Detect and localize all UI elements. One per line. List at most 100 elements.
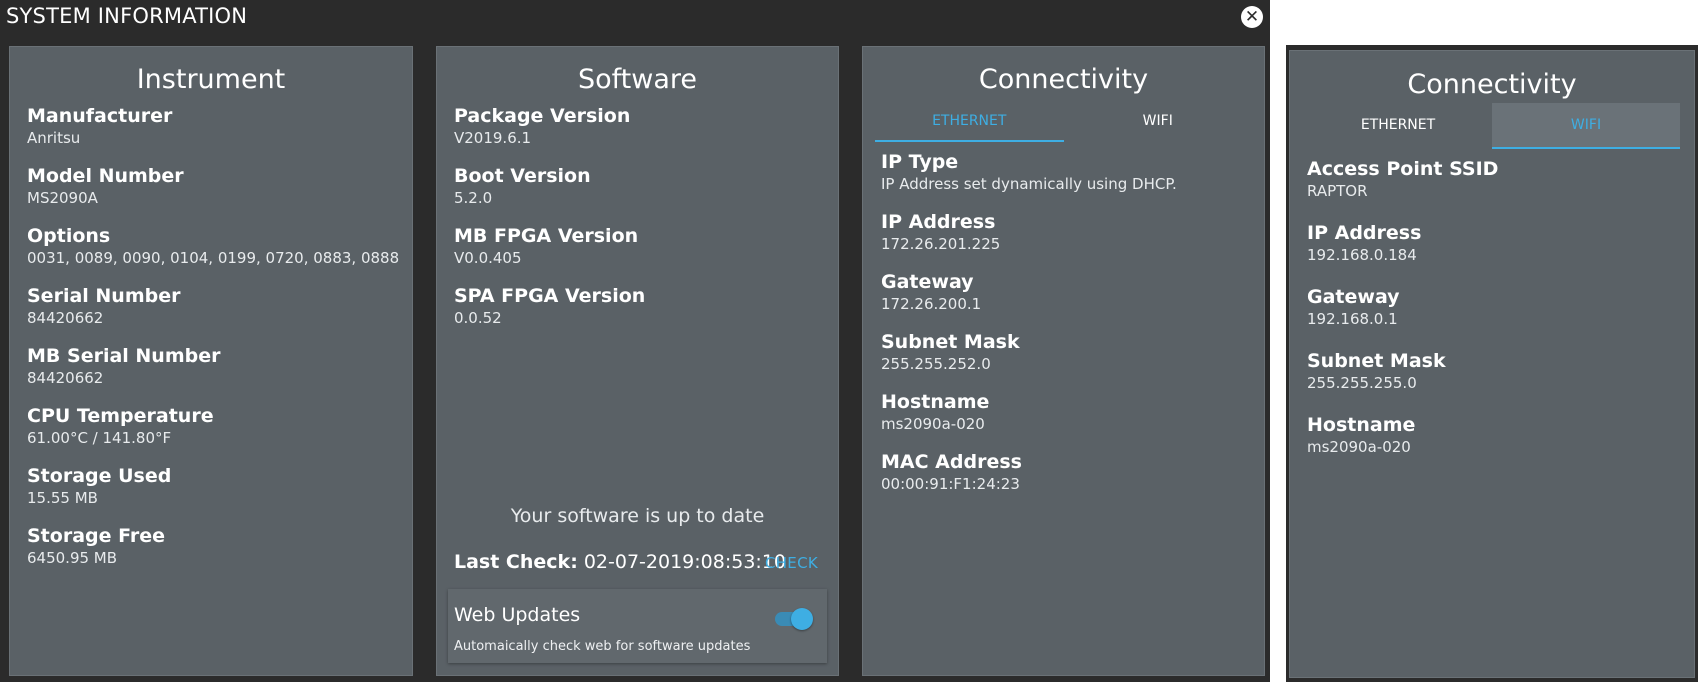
- connectivity-ethernet-panel: Connectivity ETHERNET WIFI IP Type IP Ad…: [862, 46, 1265, 676]
- dialog-title: SYSTEM INFORMATION: [6, 4, 248, 28]
- field-label: MB FPGA Version: [454, 225, 639, 247]
- field-value: 15.55 MB: [27, 489, 98, 507]
- connectivity-tabs: ETHERNET WIFI: [1304, 103, 1680, 149]
- field-label: MAC Address: [881, 451, 1022, 473]
- web-updates-description: Automaically check web for software upda…: [454, 639, 751, 654]
- field-value: 00:00:91:F1:24:23: [881, 475, 1020, 493]
- field-hostname: Hostname ms2090a-020: [1307, 413, 1694, 457]
- field-mac-address: MAC Address 00:00:91:F1:24:23: [881, 450, 1264, 494]
- system-information-dialog: SYSTEM INFORMATION ✕ Instrument Manufact…: [0, 0, 1270, 682]
- toggle-knob: [791, 608, 813, 630]
- field-value: 0.0.52: [454, 309, 502, 327]
- field-label: Subnet Mask: [1307, 350, 1446, 372]
- field-mb-serial-number: MB Serial Number 84420662: [27, 344, 412, 388]
- field-value: ms2090a-020: [881, 415, 985, 433]
- field-package-version: Package Version V2019.6.1: [454, 104, 838, 148]
- connectivity-wifi-panel: Connectivity ETHERNET WIFI Access Point …: [1289, 50, 1695, 678]
- field-ip-type: IP Type IP Address set dynamically using…: [881, 150, 1264, 194]
- field-label: Gateway: [881, 271, 974, 293]
- field-subnet-mask: Subnet Mask 255.255.252.0: [881, 330, 1264, 374]
- check-button[interactable]: CHECK: [765, 554, 818, 572]
- ethernet-fields: IP Type IP Address set dynamically using…: [863, 150, 1264, 494]
- field-label: Storage Free: [27, 525, 166, 547]
- field-label: Model Number: [27, 165, 184, 187]
- web-updates-title: Web Updates: [454, 604, 581, 626]
- web-updates-card: Web Updates Automaically check web for s…: [448, 589, 827, 663]
- instrument-fields: Manufacturer Anritsu Model Number MS2090…: [10, 104, 412, 568]
- field-value: 172.26.201.225: [881, 235, 1001, 253]
- field-label: Hostname: [1307, 414, 1416, 436]
- field-value: 172.26.200.1: [881, 295, 982, 313]
- field-label: IP Address: [881, 211, 996, 233]
- connectivity-tabs: ETHERNET WIFI: [875, 102, 1252, 142]
- web-updates-toggle[interactable]: [775, 607, 813, 631]
- instrument-panel: Instrument Manufacturer Anritsu Model Nu…: [9, 46, 413, 676]
- field-label: Hostname: [881, 391, 990, 413]
- field-access-point-ssid: Access Point SSID RAPTOR: [1307, 157, 1694, 201]
- connectivity-title: Connectivity: [978, 64, 1149, 95]
- field-value: V2019.6.1: [454, 129, 532, 147]
- field-value: 61.00°C / 141.80°F: [27, 429, 172, 447]
- close-icon[interactable]: ✕: [1241, 6, 1263, 28]
- field-label: Gateway: [1307, 286, 1400, 308]
- field-value: ms2090a-020: [1307, 438, 1411, 456]
- field-boot-version: Boot Version 5.2.0: [454, 164, 838, 208]
- field-value: 84420662: [27, 369, 104, 387]
- field-gateway: Gateway 172.26.200.1: [881, 270, 1264, 314]
- field-gateway: Gateway 192.168.0.1: [1307, 285, 1694, 329]
- last-check: Last Check: 02-07-2019:08:53:10: [454, 551, 786, 573]
- field-mb-fpga-version: MB FPGA Version V0.0.405: [454, 224, 838, 268]
- field-label: MB Serial Number: [27, 345, 221, 367]
- connectivity-wifi-frame: Connectivity ETHERNET WIFI Access Point …: [1286, 45, 1698, 682]
- field-value: 192.168.0.184: [1307, 246, 1417, 264]
- software-fields: Package Version V2019.6.1 Boot Version 5…: [437, 104, 838, 328]
- field-value: MS2090A: [27, 189, 98, 207]
- field-value: 0031, 0089, 0090, 0104, 0199, 0720, 0883…: [27, 249, 400, 267]
- tab-ethernet[interactable]: ETHERNET: [1304, 103, 1492, 149]
- field-value: 5.2.0: [454, 189, 493, 207]
- tab-wifi[interactable]: WIFI: [1492, 103, 1680, 149]
- connectivity-title: Connectivity: [1407, 69, 1577, 100]
- field-storage-free: Storage Free 6450.95 MB: [27, 524, 412, 568]
- field-value: RAPTOR: [1307, 182, 1368, 200]
- field-label: Package Version: [454, 105, 631, 127]
- field-label: Options: [27, 225, 111, 247]
- field-ip-address: IP Address 192.168.0.184: [1307, 221, 1694, 265]
- field-value: 192.168.0.1: [1307, 310, 1398, 328]
- field-hostname: Hostname ms2090a-020: [881, 390, 1264, 434]
- tab-ethernet[interactable]: ETHERNET: [875, 102, 1064, 142]
- field-label: IP Type: [881, 151, 959, 173]
- field-serial-number: Serial Number 84420662: [27, 284, 412, 328]
- instrument-title: Instrument: [136, 64, 286, 95]
- last-check-label: Last Check:: [454, 551, 578, 573]
- field-storage-used: Storage Used 15.55 MB: [27, 464, 412, 508]
- field-label: Subnet Mask: [881, 331, 1020, 353]
- last-check-value: 02-07-2019:08:53:10: [583, 551, 786, 573]
- software-panel: Software Package Version V2019.6.1 Boot …: [436, 46, 839, 676]
- field-value: 255.255.252.0: [881, 355, 991, 373]
- wifi-fields: Access Point SSID RAPTOR IP Address 192.…: [1290, 157, 1694, 457]
- field-label: Serial Number: [27, 285, 181, 307]
- field-ip-address: IP Address 172.26.201.225: [881, 210, 1264, 254]
- tab-wifi[interactable]: WIFI: [1064, 102, 1253, 142]
- field-label: SPA FPGA Version: [454, 285, 646, 307]
- field-cpu-temperature: CPU Temperature 61.00°C / 141.80°F: [27, 404, 412, 448]
- field-label: Storage Used: [27, 465, 172, 487]
- field-manufacturer: Manufacturer Anritsu: [27, 104, 412, 148]
- software-title: Software: [577, 64, 698, 95]
- field-label: Manufacturer: [27, 105, 173, 127]
- software-status: Your software is up to date: [510, 505, 765, 527]
- field-label: CPU Temperature: [27, 405, 214, 427]
- field-label: Access Point SSID: [1307, 158, 1499, 180]
- field-model-number: Model Number MS2090A: [27, 164, 412, 208]
- field-options: Options 0031, 0089, 0090, 0104, 0199, 07…: [27, 224, 412, 268]
- field-value: 6450.95 MB: [27, 549, 118, 567]
- field-value: IP Address set dynamically using DHCP.: [881, 175, 1177, 193]
- field-subnet-mask: Subnet Mask 255.255.255.0: [1307, 349, 1694, 393]
- field-value: 84420662: [27, 309, 104, 327]
- field-value: Anritsu: [27, 129, 81, 147]
- field-label: Boot Version: [454, 165, 591, 187]
- field-label: IP Address: [1307, 222, 1422, 244]
- field-value: 255.255.255.0: [1307, 374, 1417, 392]
- field-value: V0.0.405: [454, 249, 522, 267]
